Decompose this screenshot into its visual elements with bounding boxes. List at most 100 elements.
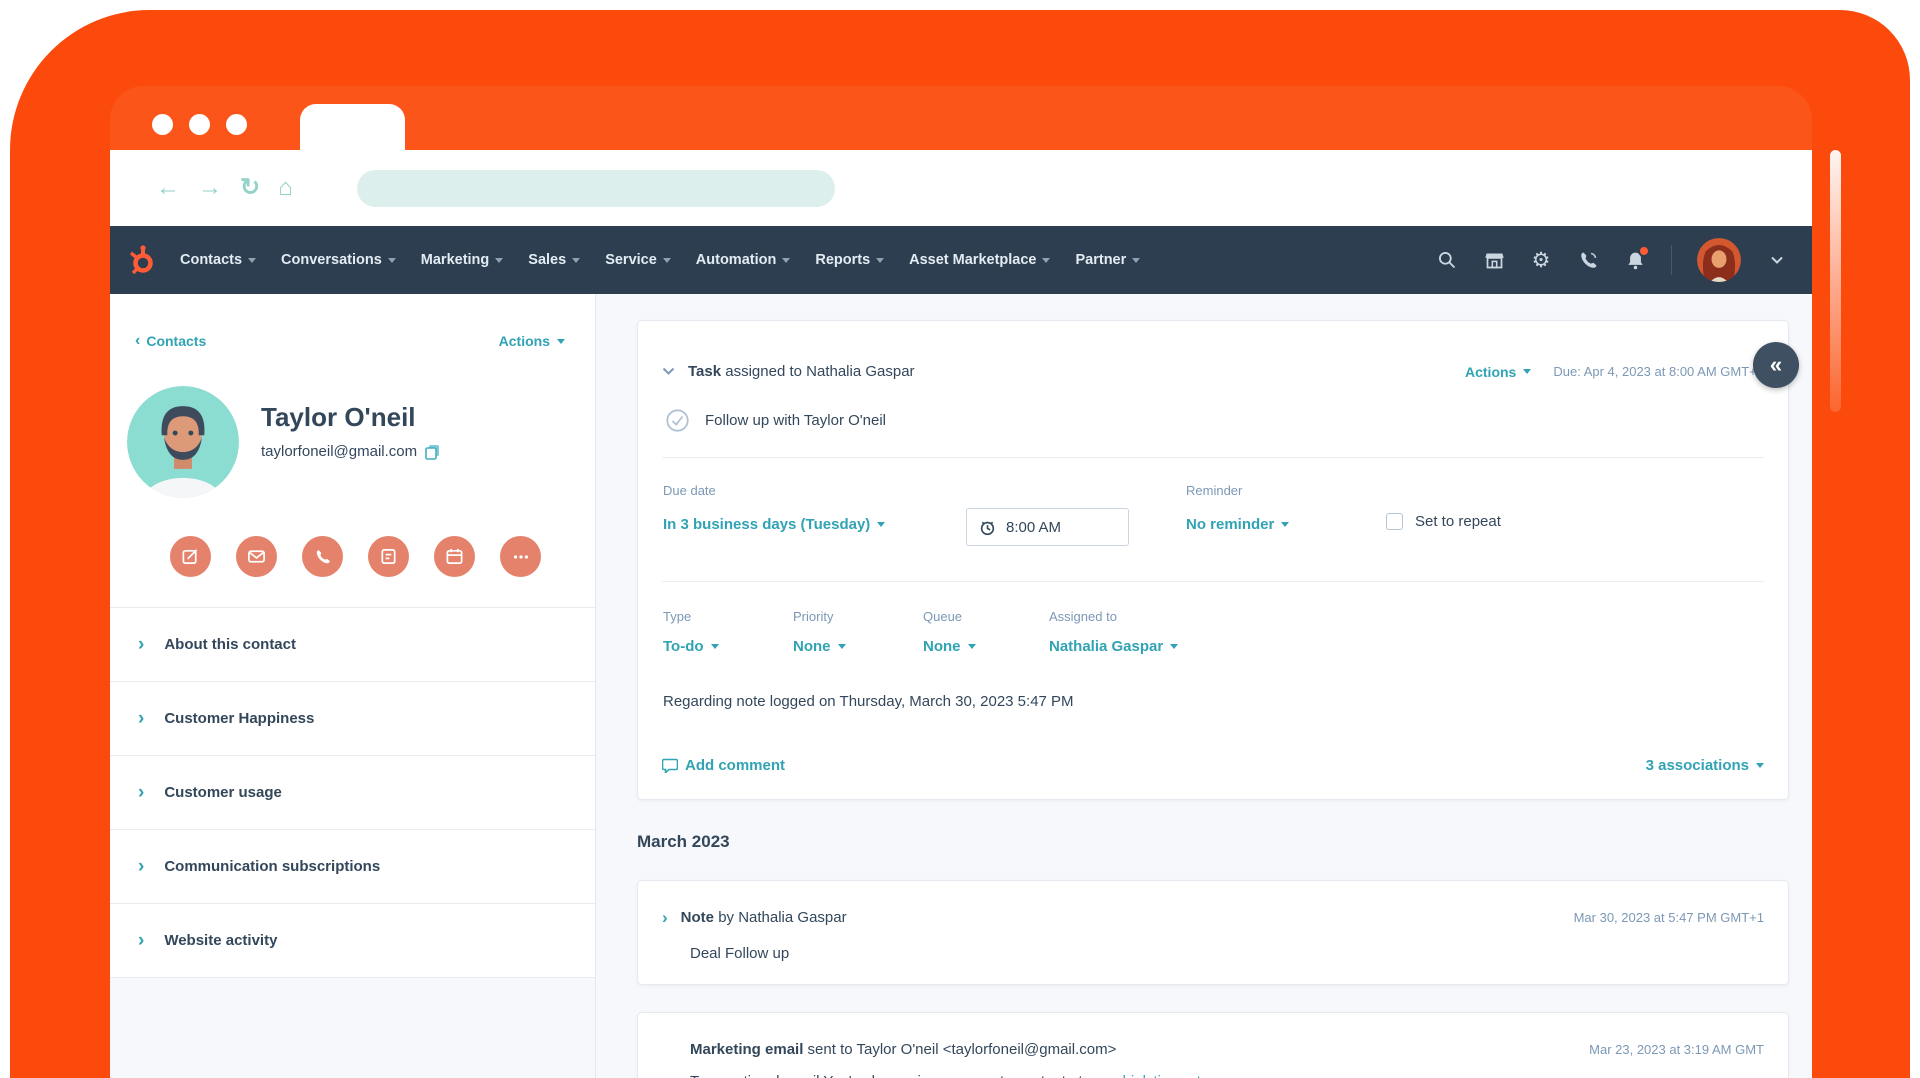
set-to-repeat-checkbox[interactable] [1386, 513, 1403, 530]
sidebar-item-about-this-contact[interactable]: › About this contact [110, 608, 595, 682]
assigned-to-dropdown[interactable]: Nathalia Gaspar [1049, 638, 1178, 655]
note-body: Deal Follow up [690, 945, 789, 962]
task-actions-dropdown[interactable]: Actions [1465, 364, 1531, 380]
email-type-label: Marketing email [690, 1041, 803, 1058]
note-timestamp: Mar 30, 2023 at 5:47 PM GMT+1 [1574, 910, 1764, 925]
add-comment-link[interactable]: Add comment [662, 757, 785, 774]
browser-titlebar [110, 86, 1812, 150]
queue-label: Queue [923, 609, 976, 624]
copy-icon[interactable] [425, 444, 440, 460]
email-body-text: Transactional email You've been given ac… [690, 1073, 1087, 1078]
chevron-right-icon: › [138, 857, 144, 876]
window-dot[interactable] [152, 114, 173, 135]
sidebar-accordion: › About this contact › Customer Happines… [110, 607, 595, 978]
contact-sidebar: ‹ Contacts Actions [110, 294, 596, 1078]
nav-item-reports[interactable]: Reports [815, 252, 884, 268]
nav-item-service[interactable]: Service [605, 252, 671, 268]
sidebar-item-customer-happiness[interactable]: › Customer Happiness [110, 682, 595, 756]
note-icon[interactable] [170, 536, 211, 577]
nav-item-asset-marketplace[interactable]: Asset Marketplace [909, 252, 1050, 268]
nav-item-contacts[interactable]: Contacts [180, 252, 256, 268]
clock-icon [979, 519, 996, 536]
task-title[interactable]: Follow up with Taylor O'neil [705, 412, 886, 429]
due-time-value: 8:00 AM [1006, 519, 1061, 536]
timeline-panel: Task assigned to Nathalia Gaspar Actions… [596, 294, 1812, 1078]
task-type-label: Task [688, 363, 721, 380]
timeline-month-heading: March 2023 [637, 832, 730, 852]
user-avatar[interactable] [1697, 238, 1741, 282]
home-icon[interactable]: ⌂ [278, 176, 293, 200]
email-body-link[interactable]: www.biglytics.net [1087, 1073, 1201, 1078]
note-type-label: Note [681, 909, 714, 926]
nav-item-conversations[interactable]: Conversations [281, 252, 396, 268]
chevron-right-icon: › [138, 931, 144, 950]
priority-dropdown[interactable]: None [793, 638, 846, 655]
hubspot-logo[interactable] [124, 243, 158, 277]
chevron-right-icon: › [138, 709, 144, 728]
browser-window: ← → ↻ ⌂ Contacts Conversations M [110, 86, 1812, 1078]
browser-tab[interactable] [300, 104, 405, 152]
window-dot[interactable] [226, 114, 247, 135]
account-chevron-down-icon[interactable] [1766, 249, 1788, 271]
due-time-input[interactable]: 8:00 AM [966, 508, 1129, 546]
contact-email[interactable]: taylorfoneil@gmail.com [261, 443, 417, 460]
address-bar[interactable] [357, 170, 835, 207]
collapse-panel-button[interactable]: « [1753, 342, 1799, 388]
window-control-dots[interactable] [152, 114, 247, 135]
nav-item-automation[interactable]: Automation [696, 252, 791, 268]
email-icon[interactable] [236, 536, 277, 577]
breadcrumb-contacts[interactable]: ‹ Contacts [135, 332, 206, 350]
search-icon[interactable] [1436, 249, 1458, 271]
priority-label: Priority [793, 609, 846, 624]
sidebar-actions-dropdown[interactable]: Actions [499, 333, 565, 349]
notifications-bell-icon[interactable] [1624, 249, 1646, 271]
associations-dropdown[interactable]: 3 associations [1646, 757, 1764, 774]
complete-task-checkbox-icon[interactable] [666, 409, 689, 432]
email-timestamp: Mar 23, 2023 at 3:19 AM GMT [1589, 1042, 1764, 1057]
nav-menu: Contacts Conversations Marketing Sales S… [180, 252, 1140, 268]
set-to-repeat-label: Set to repeat [1415, 513, 1501, 530]
expand-note-chevron-icon[interactable]: › [662, 909, 668, 926]
chevron-right-icon: › [138, 783, 144, 802]
task-header-text: assigned to Nathalia Gaspar [725, 363, 914, 380]
refresh-icon[interactable]: ↻ [240, 176, 260, 200]
chevron-right-icon: › [138, 635, 144, 654]
sidebar-item-customer-usage[interactable]: › Customer usage [110, 756, 595, 830]
back-icon[interactable]: ← [156, 176, 180, 200]
type-dropdown[interactable]: To-do [663, 638, 719, 655]
queue-dropdown[interactable]: None [923, 638, 976, 655]
screenshot-canvas: ← → ↻ ⌂ Contacts Conversations M [0, 0, 1920, 1078]
task-due-header: Due: Apr 4, 2023 at 8:00 AM GMT+1 [1553, 364, 1764, 379]
forward-icon[interactable]: → [198, 176, 222, 200]
reminder-dropdown[interactable]: No reminder [1186, 516, 1289, 533]
reminder-label: Reminder [1186, 483, 1242, 498]
sidebar-item-website-activity[interactable]: › Website activity [110, 904, 595, 978]
task-regarding-text: Regarding note logged on Thursday, March… [663, 693, 1074, 710]
quick-actions-row [110, 498, 595, 607]
nav-divider [1671, 245, 1672, 275]
notification-badge [1638, 245, 1650, 257]
comment-icon [662, 758, 678, 773]
contact-avatar [127, 386, 239, 498]
call-icon[interactable] [302, 536, 343, 577]
call-icon[interactable] [1577, 249, 1599, 271]
nav-item-sales[interactable]: Sales [528, 252, 580, 268]
marketplace-icon[interactable] [1483, 249, 1505, 271]
browser-toolbar: ← → ↻ ⌂ [110, 150, 1812, 226]
collapse-task-chevron-icon[interactable] [662, 367, 675, 376]
chevron-left-icon: ‹ [135, 332, 140, 350]
nav-item-partner[interactable]: Partner [1075, 252, 1140, 268]
settings-gear-icon[interactable]: ⚙ [1530, 249, 1552, 271]
hubspot-navbar: Contacts Conversations Marketing Sales S… [110, 226, 1812, 294]
window-dot[interactable] [189, 114, 210, 135]
due-date-dropdown[interactable]: In 3 business days (Tuesday) [663, 516, 885, 533]
window-scrollbar[interactable] [1830, 150, 1841, 412]
meeting-icon[interactable] [434, 536, 475, 577]
nav-item-marketing[interactable]: Marketing [421, 252, 504, 268]
sidebar-item-communication-subscriptions[interactable]: › Communication subscriptions [110, 830, 595, 904]
type-label: Type [663, 609, 719, 624]
email-header-text: sent to Taylor O'neil <taylorfoneil@gmai… [808, 1041, 1117, 1058]
task-icon[interactable] [368, 536, 409, 577]
due-date-label: Due date [663, 483, 716, 498]
more-icon[interactable] [500, 536, 541, 577]
